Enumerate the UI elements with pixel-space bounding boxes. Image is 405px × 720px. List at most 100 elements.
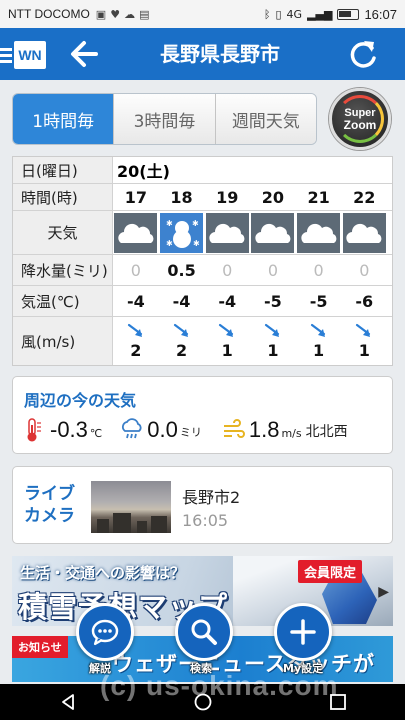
- hour-cell: 17: [124, 187, 147, 207]
- precip-cell: 0: [222, 260, 233, 280]
- superzoom-ring-icon: [336, 95, 384, 143]
- banner-arrow-icon: ▶: [378, 584, 389, 600]
- wind-row: 風(m/s) 2 2 1 1 1 1: [13, 317, 392, 365]
- wind-cell: 1: [250, 317, 296, 365]
- app-logo: WN: [14, 41, 46, 69]
- chat-icon: [91, 619, 119, 646]
- weather-row: 天気 ✱ ✱ ✱ ✱: [13, 211, 392, 255]
- clock: 16:07: [364, 6, 397, 22]
- app-bar: WN 長野県長野市: [0, 28, 405, 80]
- wind-cell: 2: [159, 317, 205, 365]
- temp-cell: -4: [172, 291, 191, 311]
- temp-cell: -4: [218, 291, 237, 311]
- nearby-weather-card[interactable]: 周辺の今の天気 -0.3 ℃ 0.0 ミリ 1.8 m/s 北北西: [12, 376, 393, 454]
- battery-icon: [337, 8, 360, 20]
- weather-cell: [113, 211, 159, 254]
- forecast-tabs: 1時間毎 3時間毎 週間天気: [12, 93, 317, 145]
- menu-logo-button[interactable]: WN: [0, 40, 48, 70]
- live-camera-label-line1: ライブ: [24, 484, 75, 504]
- wind-direction-arrow-icon: [173, 323, 188, 337]
- notification-icons: ▣ ♥ ☁ ▤: [96, 8, 150, 21]
- live-camera-label: ライブ カメラ: [24, 483, 75, 527]
- carrier-name: NTT DOCOMO: [8, 7, 90, 21]
- image-icon: ▤: [139, 7, 150, 21]
- precip-row: 降水量(ミリ) 0 0.5 0 0 0 0: [13, 255, 392, 286]
- hour-cell: 20: [261, 187, 285, 207]
- weather-cell: [296, 211, 342, 254]
- hour-cell: 21: [307, 187, 330, 207]
- tab-weekly[interactable]: 週間天気: [215, 94, 316, 144]
- camera-time: 16:05: [182, 511, 229, 530]
- weather-cell: [204, 211, 250, 254]
- wind-cell: 1: [341, 317, 387, 365]
- weather-cell: [341, 211, 387, 254]
- wind-cell: 2: [113, 317, 159, 365]
- my-settings-fab[interactable]: [274, 603, 332, 661]
- nearby-wind-unit: m/s: [281, 427, 302, 440]
- temp-cell: -5: [309, 291, 328, 311]
- wind-direction-arrow-icon: [127, 323, 142, 337]
- weather-cell: [250, 211, 296, 254]
- vibrate-icon: ▯: [275, 7, 282, 21]
- tab-hourly[interactable]: 1時間毎: [13, 94, 115, 144]
- wind-direction-arrow-icon: [356, 323, 371, 337]
- camera-place: 長野市2: [182, 488, 241, 507]
- wind-speed: 1: [267, 340, 279, 360]
- wind-cell: 1: [296, 317, 342, 365]
- app-notification-icon: ▣: [95, 7, 107, 21]
- nearby-precip-unit: ミリ: [179, 426, 202, 439]
- snow-icon: ✱ ✱ ✱ ✱: [160, 212, 204, 253]
- svg-text:✱: ✱: [193, 239, 200, 248]
- temp-cell: -4: [126, 291, 145, 311]
- date-label: 日(曜日): [13, 157, 113, 183]
- nearby-wind-direction: 北北西: [305, 424, 348, 440]
- date-row: 日(曜日) 20(土): [13, 157, 392, 184]
- wind-speed: 1: [221, 340, 233, 360]
- cloudy-icon: [114, 212, 158, 253]
- hour-cell: 19: [216, 187, 239, 207]
- camera-thumbnail[interactable]: [91, 481, 171, 533]
- wind-direction-arrow-icon: [219, 323, 234, 337]
- menu-icon: [0, 47, 12, 63]
- banner-subtitle: 生活・交通への影響は？: [20, 564, 186, 582]
- hour-cell: 22: [353, 187, 376, 207]
- nearby-temp-unit: ℃: [89, 427, 103, 440]
- wind-cell: 1: [204, 317, 250, 365]
- cloudy-icon: [297, 212, 341, 253]
- plus-icon: [290, 619, 316, 645]
- nav-back-icon[interactable]: [58, 692, 78, 712]
- refresh-icon[interactable]: [346, 38, 380, 72]
- superzoom-button[interactable]: Super Zoom: [329, 88, 391, 150]
- precip-cell: 0: [313, 260, 324, 280]
- temp-row: 気温(℃) -4 -4 -4 -5 -5 -6: [13, 286, 392, 317]
- weather-cell: ✱ ✱ ✱ ✱: [159, 211, 205, 254]
- live-camera-card[interactable]: ライブ カメラ 長野市2 16:05: [12, 466, 393, 544]
- precip-cell: 0: [267, 260, 278, 280]
- tab-3-hourly[interactable]: 3時間毎: [114, 94, 216, 144]
- wind-speed: 2: [175, 340, 188, 360]
- live-camera-label-line2: カメラ: [24, 506, 75, 527]
- wind-icon: [223, 419, 245, 438]
- temp-cell: -6: [355, 291, 374, 311]
- notice-badge: お知らせ: [12, 636, 68, 658]
- temp-cell: -5: [264, 291, 282, 311]
- wind-speed: 1: [358, 340, 370, 360]
- wind-direction-arrow-icon: [310, 323, 325, 337]
- signal-icon: ▂▄▆: [307, 7, 333, 21]
- back-arrow-icon[interactable]: [66, 38, 106, 70]
- rain-cloud-icon: [122, 418, 142, 439]
- explanation-fab[interactable]: [76, 603, 134, 661]
- precip-cell: 0: [130, 260, 141, 280]
- nearby-temp-value: -0.3: [50, 417, 88, 442]
- nearby-title: 周辺の今の天気: [24, 391, 137, 410]
- nearby-precip-value: 0.0: [147, 417, 178, 442]
- hour-cell: 18: [170, 187, 193, 207]
- members-only-badge: 会員限定: [298, 560, 363, 583]
- status-bar: NTT DOCOMO ▣ ♥ ☁ ▤ ᛒ ▯ 4G ▂▄▆ 16:07: [0, 0, 405, 28]
- nearby-wind-value: 1.8: [248, 417, 280, 442]
- wind-speed: 1: [313, 340, 325, 360]
- precip-cell: 0.5: [167, 260, 196, 280]
- hour-row: 時間(時) 17 18 19 20 21 22: [13, 184, 392, 211]
- cloud-icon: ☁: [124, 7, 136, 21]
- search-fab[interactable]: [175, 603, 233, 661]
